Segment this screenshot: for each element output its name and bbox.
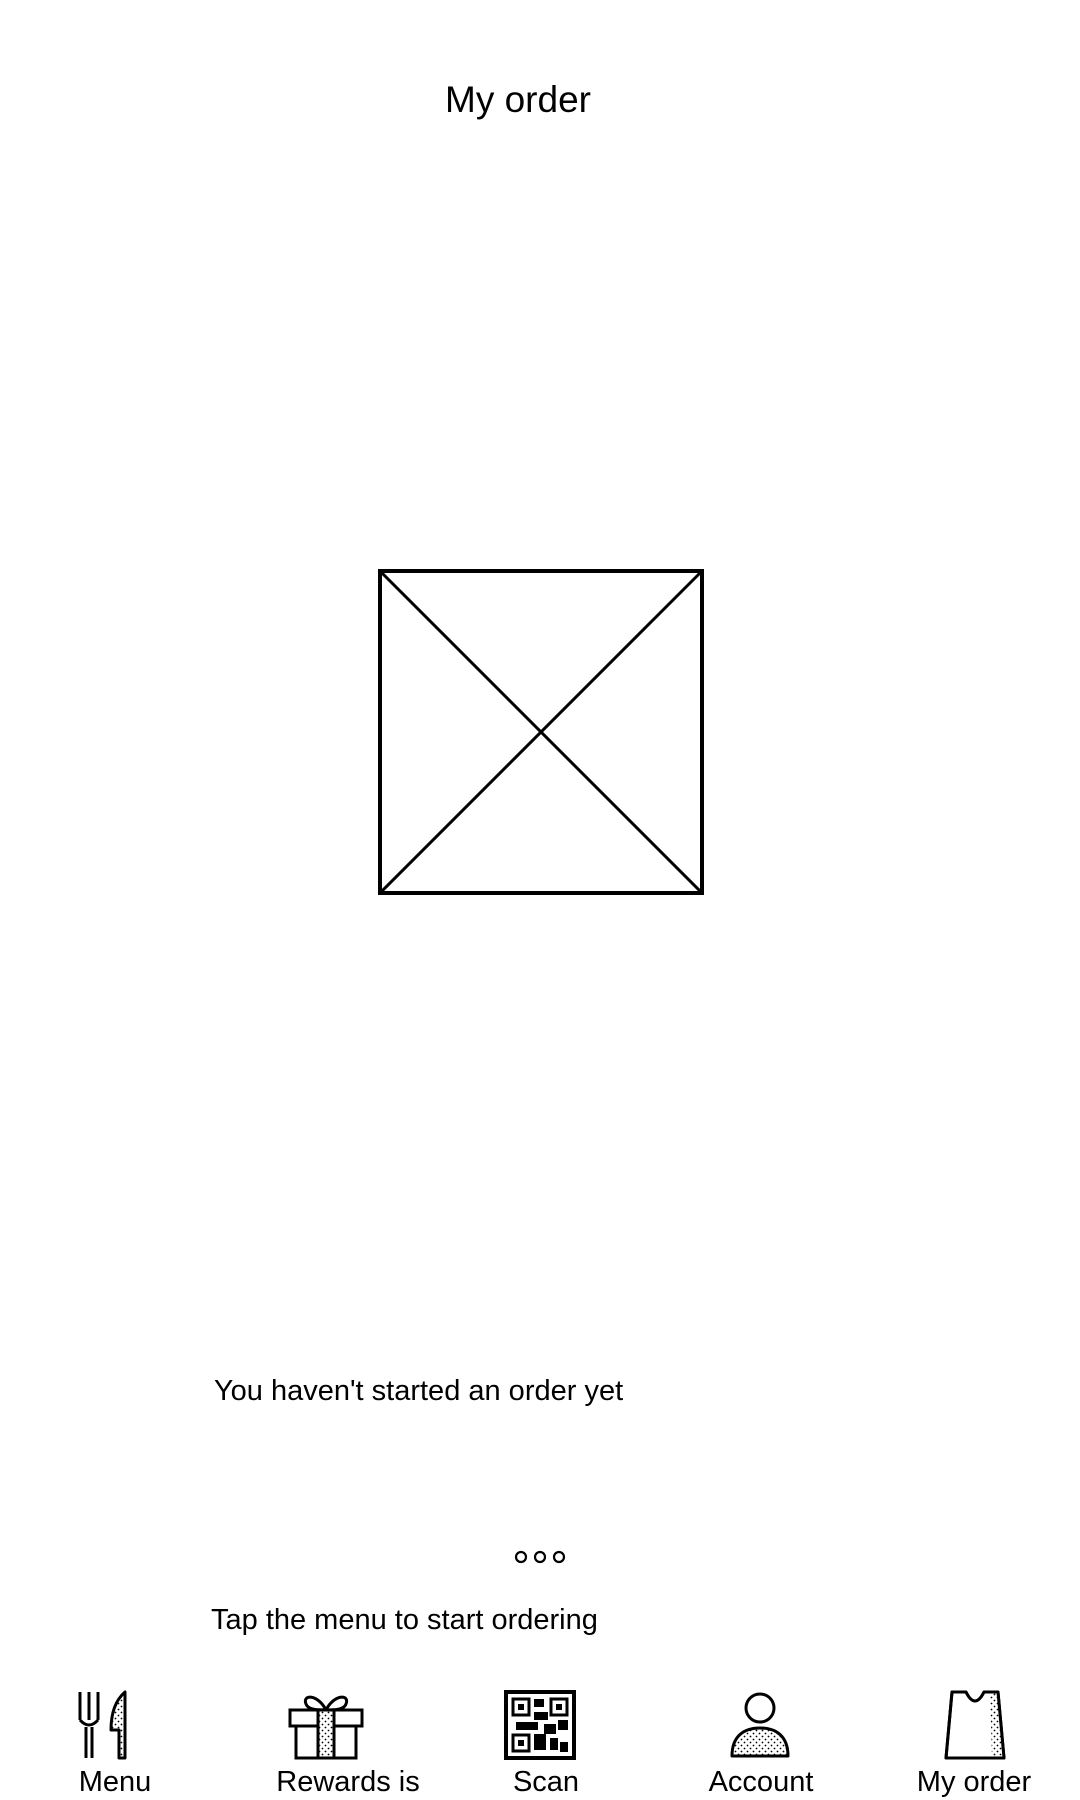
qr-code-icon	[504, 1690, 576, 1760]
nav-item-scan[interactable]: Scan	[496, 1680, 596, 1800]
person-icon	[728, 1690, 792, 1760]
nav-item-my-order[interactable]: My order	[904, 1680, 1044, 1800]
gift-icon	[288, 1690, 364, 1760]
nav-item-menu[interactable]: Menu	[55, 1680, 175, 1800]
nav-item-rewards[interactable]: Rewards is	[258, 1680, 438, 1800]
nav-label-menu: Menu	[78, 1766, 152, 1798]
bottom-navigation-bar: Menu Rewards is Scan Account My order	[0, 1680, 1080, 1800]
start-ordering-hint: Tap the menu to start ordering	[211, 1604, 598, 1636]
shopping-bag-icon	[942, 1690, 1008, 1760]
loading-dots-icon	[514, 1549, 566, 1565]
page-title: My order	[445, 79, 591, 120]
nav-label-rewards: Rewards is	[276, 1766, 420, 1798]
fork-knife-icon	[75, 1690, 145, 1760]
empty-order-message: You haven't started an order yet	[214, 1375, 624, 1407]
nav-label-my-order: My order	[916, 1766, 1032, 1798]
nav-label-scan: Scan	[512, 1766, 580, 1798]
broken-image-placeholder-icon	[378, 569, 704, 895]
nav-item-account[interactable]: Account	[696, 1680, 826, 1800]
nav-label-account: Account	[708, 1766, 814, 1798]
